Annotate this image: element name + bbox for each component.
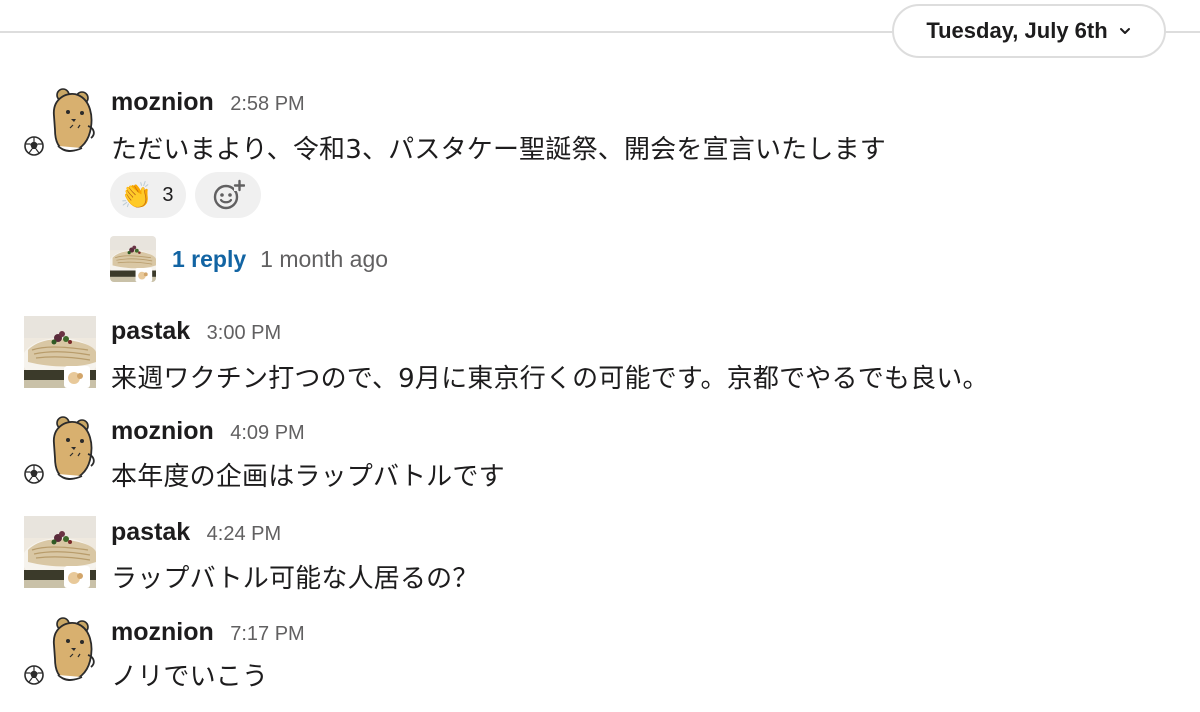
clapping-hands-icon: 👏 [120, 180, 153, 210]
clap-reaction-button[interactable]: 👏 3 [110, 172, 186, 218]
last-reply-time: 1 month ago [260, 245, 389, 272]
message-text: ノリでいこう [111, 662, 269, 692]
message-timestamp[interactable]: 3:00 PM [207, 322, 281, 344]
message-username[interactable]: pastak [111, 518, 190, 546]
message-text: ただいまより、令和3、パスタケー聖誕祭、開会を宣言いたします [111, 135, 886, 165]
thread-participant-avatar [110, 236, 156, 282]
message-text: 来週ワクチン打つので、9月に東京行くの可能です。京都でやるでも良い。 [111, 364, 989, 394]
message-timestamp[interactable]: 4:24 PM [207, 523, 281, 545]
channel-message-list: Tuesday, July 6th moznion 2:58 PM ただいまより… [0, 0, 1200, 712]
bear-avatar[interactable] [24, 414, 96, 486]
thread-summary[interactable]: 1 reply 1 month ago [110, 236, 388, 282]
message-timestamp[interactable]: 4:09 PM [230, 422, 304, 444]
message-timestamp[interactable]: 7:17 PM [230, 623, 304, 645]
pasta-avatar[interactable] [24, 316, 96, 388]
message-text: 本年度の企画はラップバトルです [111, 462, 505, 492]
message-username[interactable]: moznion [111, 618, 214, 646]
message-username[interactable]: moznion [111, 88, 214, 116]
message-text: ラップバトル可能な人居るの？ [111, 564, 479, 594]
reaction-bar: 👏 3 [110, 172, 261, 218]
pasta-avatar[interactable] [24, 516, 96, 588]
date-jump-button[interactable]: Tuesday, July 6th [892, 4, 1166, 58]
date-divider-label: Tuesday, July 6th [926, 18, 1108, 43]
message-username[interactable]: moznion [111, 417, 214, 445]
reply-count-link[interactable]: 1 reply [172, 246, 246, 273]
bear-avatar[interactable] [24, 615, 96, 687]
message-username[interactable]: pastak [111, 317, 190, 345]
add-reaction-icon [213, 179, 245, 210]
add-reaction-button[interactable] [195, 172, 261, 218]
message-timestamp[interactable]: 2:58 PM [230, 93, 304, 115]
reaction-count: 3 [162, 183, 174, 206]
bear-avatar[interactable] [24, 86, 96, 158]
chevron-down-icon [1119, 28, 1130, 34]
